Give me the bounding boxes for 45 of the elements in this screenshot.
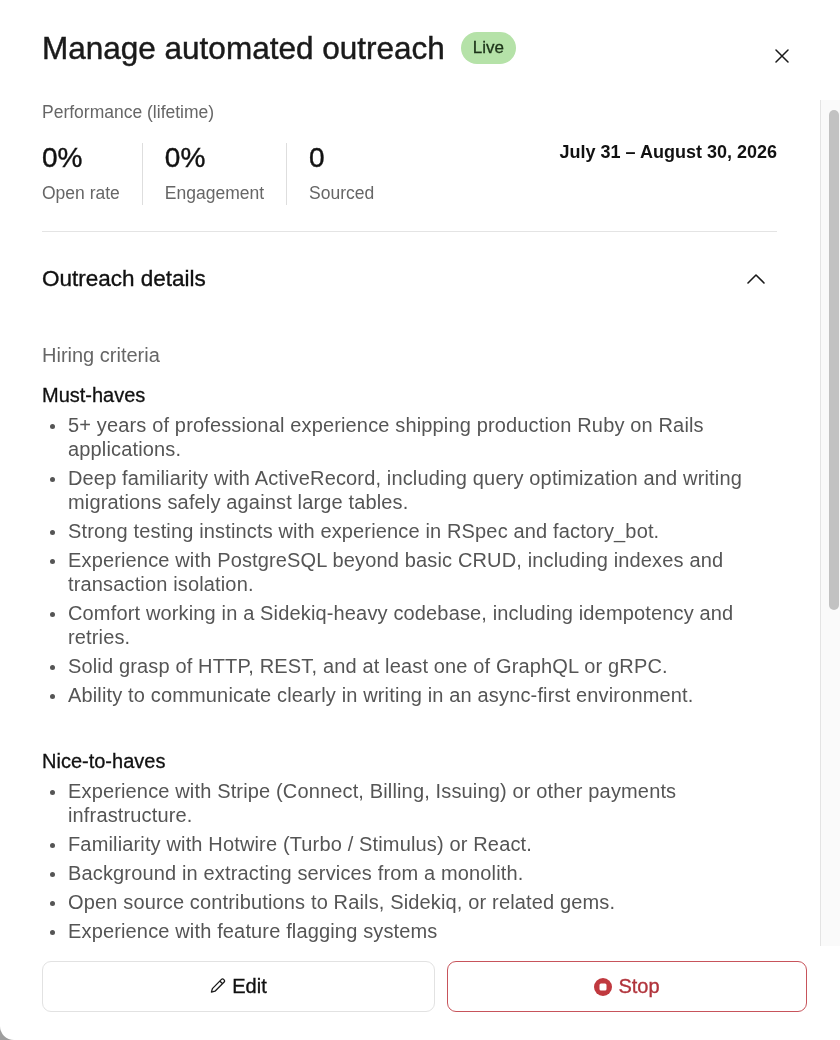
- pencil-icon: [210, 978, 227, 995]
- criteria-item: Open source contributions to Rails, Sidekiq, or related gems.: [68, 890, 616, 914]
- criteria-item: Ability to communicate clearly in writing in an async-first environment.: [68, 683, 694, 707]
- stat-label: Sourced: [309, 182, 375, 205]
- criteria-item: Experience with feature flagging systems: [68, 919, 438, 943]
- chevron-up-icon: [747, 274, 765, 284]
- bullet-icon: [50, 694, 55, 699]
- bullet-icon: [50, 843, 55, 848]
- stat-label: Engagement: [164, 182, 265, 205]
- bullet-icon: [50, 872, 55, 877]
- criteria-item: Solid grasp of HTTP, REST, and at least one of GraphQL or gRPC.: [68, 654, 668, 678]
- criteria-item: Experience with PostgreSQL beyond basic CRUD, including indexes and transaction isolation.: [68, 548, 725, 596]
- status-badge: Live: [460, 32, 516, 64]
- stat-value: 0%: [164, 143, 207, 173]
- criteria-item: 5+ years of professional experience shipping production Ruby on Rails applications.: [68, 413, 705, 461]
- stat-label: Open rate: [42, 182, 120, 205]
- bullet-icon: [50, 612, 55, 617]
- bullet-icon: [50, 530, 55, 535]
- bullet-icon: [50, 477, 55, 482]
- bullet-icon: [50, 901, 55, 906]
- performance-heading: Performance (lifetime): [42, 101, 216, 123]
- criteria-item: Familiarity with Hotwire (Turbo / Stimulus) or React.: [68, 832, 532, 856]
- criteria-item: Comfort working in a Sidekiq-heavy codebase, including idempotency and retries.: [68, 601, 735, 649]
- stat-value: 0%: [42, 143, 84, 173]
- stop-button[interactable]: Stop: [447, 961, 807, 1012]
- stat-value: 0: [309, 143, 326, 173]
- bullet-icon: [50, 790, 55, 795]
- criteria-item: Strong testing instincts with experience in RSpec and factory_bot.: [68, 519, 660, 543]
- scrollbar-thumb[interactable]: [829, 110, 839, 610]
- bullet-icon: [50, 559, 55, 564]
- group-heading: Nice-to-haves: [42, 749, 167, 773]
- edit-button[interactable]: Edit: [42, 961, 435, 1012]
- group-heading: Must-haves: [42, 383, 147, 407]
- close-icon: [775, 49, 789, 63]
- stop-icon: [594, 977, 613, 996]
- panel-title: Manage automated outreach: [42, 30, 445, 66]
- criteria-item: Deep familiarity with ActiveRecord, including query optimization and writing migrations safely against large tables.: [68, 466, 743, 514]
- criteria-item: Background in extracting services from a monolith.: [68, 861, 524, 885]
- bullet-icon: [50, 424, 55, 429]
- bullet-icon: [50, 930, 55, 935]
- criteria-item: Experience with Stripe (Connect, Billing, Issuing) or other payments infrastructure.: [68, 779, 678, 827]
- date-range: July 31 – August 30, 2026: [559, 141, 777, 164]
- section-title: Outreach details: [42, 265, 206, 293]
- criteria-heading: Hiring criteria: [42, 343, 161, 367]
- bullet-icon: [50, 665, 55, 670]
